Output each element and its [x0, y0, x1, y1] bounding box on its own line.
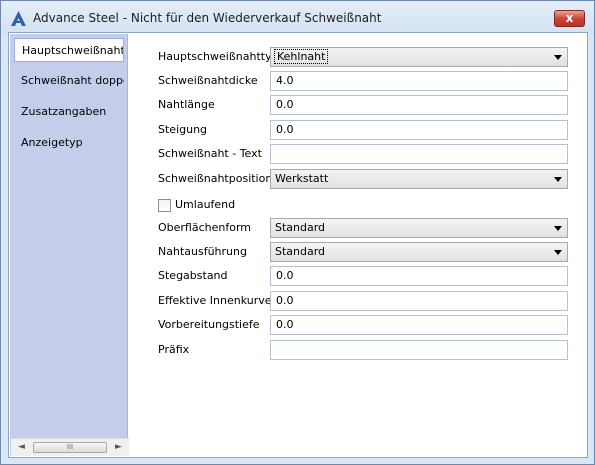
label-nahtlaenge: Nahtlänge — [158, 98, 215, 111]
sidebar: Hauptschweißnaht Schweißnaht doppelt Zus… — [10, 34, 129, 456]
chevron-down-icon — [554, 177, 562, 182]
select-hauptschweissnahttyp[interactable]: Kehlnaht — [270, 47, 568, 67]
window-title: Advance Steel - Nicht für den Wiederverk… — [33, 11, 382, 25]
label-praefix: Präfix — [158, 343, 190, 356]
label-nahtausfuehrung: Nahtausführung — [158, 245, 247, 258]
dialog-client-area: Hauptschweißnaht Schweißnaht doppelt Zus… — [8, 32, 588, 458]
label-stegabstand: Stegabstand — [158, 269, 228, 282]
input-schweissnahtdicke[interactable]: 4.0 — [270, 71, 568, 91]
label-hauptschweissnahttyp: Hauptschweißnahttyp — [158, 50, 279, 63]
chevron-down-icon — [554, 55, 562, 60]
input-nahtlaenge[interactable]: 0.0 — [270, 95, 568, 115]
label-schweissnaht-text: Schweißnaht - Text — [158, 147, 262, 160]
label-vorbereitungstiefe: Vorbereitungstiefe — [158, 318, 260, 331]
select-oberflaechenform[interactable]: Standard — [270, 218, 568, 238]
input-steigung[interactable]: 0.0 — [270, 120, 568, 140]
scroll-left-button[interactable]: ◄ — [13, 439, 30, 456]
chevron-down-icon — [554, 226, 562, 231]
label-effektive-innenkurve: Effektive Innenkurve — [158, 294, 272, 307]
title-bar[interactable]: Advance Steel - Nicht für den Wiederverk… — [1, 1, 594, 35]
label-steigung: Steigung — [158, 123, 208, 136]
select-oberflaechenform-value: Standard — [275, 221, 326, 234]
select-schweissnahtposition[interactable]: Werkstatt — [270, 169, 568, 189]
label-oberflaechenform: Oberflächenform — [158, 221, 252, 234]
sidebar-horizontal-scrollbar[interactable]: ◄ III ► — [11, 438, 129, 456]
select-nahtausfuehrung[interactable]: Standard — [270, 242, 568, 262]
checkbox-umlaufend[interactable] — [158, 199, 171, 212]
input-stegabstand[interactable]: 0.0 — [270, 266, 568, 286]
sidebar-item-zusatzangaben[interactable]: Zusatzangaben — [14, 100, 124, 124]
label-schweissnahtposition: Schweißnahtposition — [158, 172, 273, 185]
select-schweissnahtposition-value: Werkstatt — [275, 172, 329, 185]
select-nahtausfuehrung-value: Standard — [275, 245, 326, 258]
input-praefix[interactable] — [270, 340, 568, 360]
advance-steel-app-icon — [11, 11, 26, 26]
input-vorbereitungstiefe[interactable]: 0.0 — [270, 315, 568, 335]
sidebar-item-schweissnaht-doppelt[interactable]: Schweißnaht doppelt — [14, 69, 124, 93]
sidebar-item-anzeigetyp[interactable]: Anzeigetyp — [14, 131, 124, 155]
sidebar-item-hauptschweissnaht[interactable]: Hauptschweißnaht — [14, 38, 124, 62]
label-schweissnahtdicke: Schweißnahtdicke — [158, 74, 258, 87]
select-hauptschweissnahttyp-value: Kehlnaht — [273, 49, 329, 64]
input-effektive-innenkurve[interactable]: 0.0 — [270, 291, 568, 311]
label-umlaufend[interactable]: Umlaufend — [175, 195, 235, 215]
chevron-down-icon — [554, 250, 562, 255]
weld-dialog-window: Advance Steel - Nicht für den Wiederverk… — [0, 0, 595, 465]
scroll-thumb[interactable]: III — [33, 442, 107, 453]
scroll-right-button[interactable]: ► — [110, 439, 127, 456]
close-button[interactable]: x — [554, 10, 585, 27]
input-schweissnaht-text[interactable] — [270, 144, 568, 164]
